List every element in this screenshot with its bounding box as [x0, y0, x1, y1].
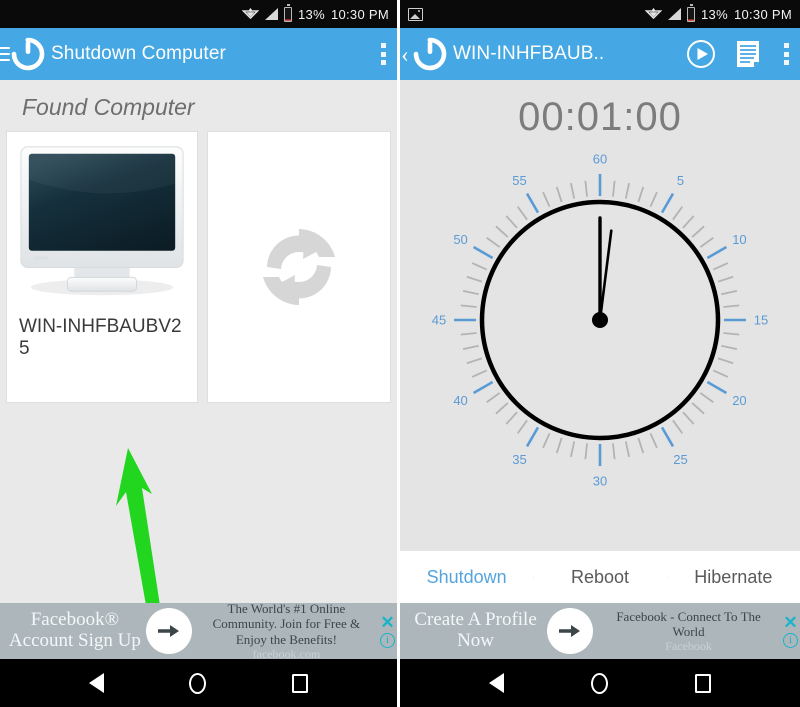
svg-text:55: 55: [512, 173, 526, 188]
image-icon: [408, 7, 423, 21]
computer-card[interactable]: WIN-INHFBAUBV25: [6, 131, 199, 403]
wifi-icon: [644, 7, 663, 21]
section-title: Found Computer: [22, 94, 195, 120]
ad-cta-button[interactable]: [145, 608, 192, 654]
ad-banner[interactable]: Facebook® Account Sign Up The World's #1…: [0, 603, 397, 659]
status-bar-left: [408, 7, 645, 21]
ad-body-text: Facebook - Connect To The World: [616, 608, 761, 639]
svg-text:40: 40: [453, 393, 467, 408]
left-screen: 13% 10:30 PM Shutdown Computer Found Com…: [0, 0, 400, 707]
kebab-menu-icon[interactable]: [780, 43, 790, 65]
play-circle-icon[interactable]: [686, 39, 716, 69]
back-triangle-icon[interactable]: [88, 673, 104, 693]
status-bar: 13% 10:30 PM: [0, 0, 397, 28]
computer-card-grid: WIN-INHFBAUBV25: [0, 131, 397, 403]
ad-body-text: The World's #1 Online Community. Join fo…: [212, 603, 361, 647]
battery-icon: [284, 4, 293, 22]
log-document-icon[interactable]: [736, 40, 760, 69]
clock-time: 10:30 PM: [733, 6, 792, 22]
timer-panel: 00:01:00 60 5 10 15 20 25 30 35 40 45 50 55: [400, 80, 800, 551]
ad-controls: ✕ i: [783, 603, 798, 659]
info-icon[interactable]: i: [380, 633, 395, 648]
refresh-sync-icon: [243, 211, 355, 323]
battery-icon: [687, 4, 696, 22]
android-nav-bar: [400, 659, 800, 707]
android-nav-bar: [0, 659, 397, 707]
right-screen: 13% 10:30 PM ‹ WIN-INHFBAUB.. 00:01:00 6…: [400, 0, 800, 707]
svg-text:30: 30: [593, 474, 607, 489]
home-circle-icon[interactable]: [189, 672, 207, 694]
arrow-right-icon: [157, 623, 180, 639]
recents-square-icon[interactable]: [292, 673, 309, 693]
battery-percent: 13%: [298, 6, 325, 22]
close-icon[interactable]: ✕: [380, 614, 394, 631]
tab-shutdown[interactable]: Shutdown: [400, 567, 533, 588]
info-icon[interactable]: i: [783, 633, 798, 648]
wifi-icon: [241, 7, 260, 21]
left-toolbar: Shutdown Computer: [0, 28, 397, 80]
signal-icon: [265, 8, 279, 20]
ad-headline: Create A Profile Now: [414, 609, 537, 651]
ad-body: The World's #1 Online Community. Join fo…: [192, 603, 397, 659]
close-icon[interactable]: ✕: [783, 614, 797, 631]
signal-icon: [668, 8, 682, 20]
ad-body: Facebook - Connect To The World Facebook: [593, 609, 800, 654]
tab-reboot[interactable]: Reboot: [533, 567, 666, 588]
battery-percent: 13%: [701, 6, 728, 22]
arrow-right-icon: [559, 623, 581, 639]
screenshot-pair: 13% 10:30 PM Shutdown Computer Found Com…: [0, 0, 800, 707]
ad-source: facebook.com: [252, 646, 321, 659]
ad-controls: ✕ i: [380, 603, 395, 659]
status-bar: 13% 10:30 PM: [400, 0, 800, 28]
refresh-card[interactable]: [207, 131, 391, 403]
hamburger-menu-icon[interactable]: [0, 46, 10, 62]
annotation-arrow-icon: [106, 448, 192, 603]
svg-text:20: 20: [732, 393, 746, 408]
ad-headline: Facebook® Account Sign Up: [8, 609, 141, 651]
status-bar-right: 13% 10:30 PM: [241, 4, 389, 22]
left-toolbar-actions: [377, 43, 387, 65]
found-computer-panel: Found Computer WIN-INHFBAUBV25: [0, 80, 397, 603]
ad-banner[interactable]: Create A Profile Now Facebook - Connect …: [400, 603, 800, 659]
home-circle-icon[interactable]: [590, 672, 608, 694]
svg-text:35: 35: [512, 452, 526, 467]
svg-text:50: 50: [453, 232, 467, 247]
clock-time: 10:30 PM: [330, 6, 389, 22]
status-bar-right: 13% 10:30 PM: [644, 4, 792, 22]
svg-text:60: 60: [593, 152, 607, 167]
svg-text:45: 45: [432, 313, 446, 328]
back-triangle-icon[interactable]: [489, 673, 505, 693]
desktop-monitor-icon: [13, 138, 191, 308]
svg-text:10: 10: [732, 232, 746, 247]
clock-dial[interactable]: 60 5 10 15 20 25 30 35 40 45 50 55: [422, 142, 778, 498]
countdown-timer: 00:01:00: [518, 95, 682, 139]
right-toolbar-actions: [686, 39, 790, 69]
action-tabs: Shutdown Reboot Hibernate: [400, 551, 800, 603]
right-toolbar: ‹ WIN-INHFBAUB..: [400, 28, 800, 80]
page-title: Shutdown Computer: [51, 43, 226, 64]
svg-text:5: 5: [677, 173, 684, 188]
kebab-menu-icon[interactable]: [377, 43, 387, 65]
svg-text:25: 25: [673, 452, 687, 467]
ad-source: Facebook: [665, 639, 712, 654]
recents-square-icon[interactable]: [694, 673, 711, 693]
power-icon: [413, 37, 447, 71]
page-title: WIN-INHFBAUB..: [453, 43, 605, 64]
svg-text:15: 15: [754, 313, 768, 328]
tab-hibernate[interactable]: Hibernate: [666, 567, 800, 588]
power-icon: [11, 37, 45, 71]
ad-cta-button[interactable]: [547, 608, 594, 654]
computer-name: WIN-INHFBAUBV25: [19, 316, 182, 360]
back-chevron-icon[interactable]: ‹: [398, 43, 412, 66]
